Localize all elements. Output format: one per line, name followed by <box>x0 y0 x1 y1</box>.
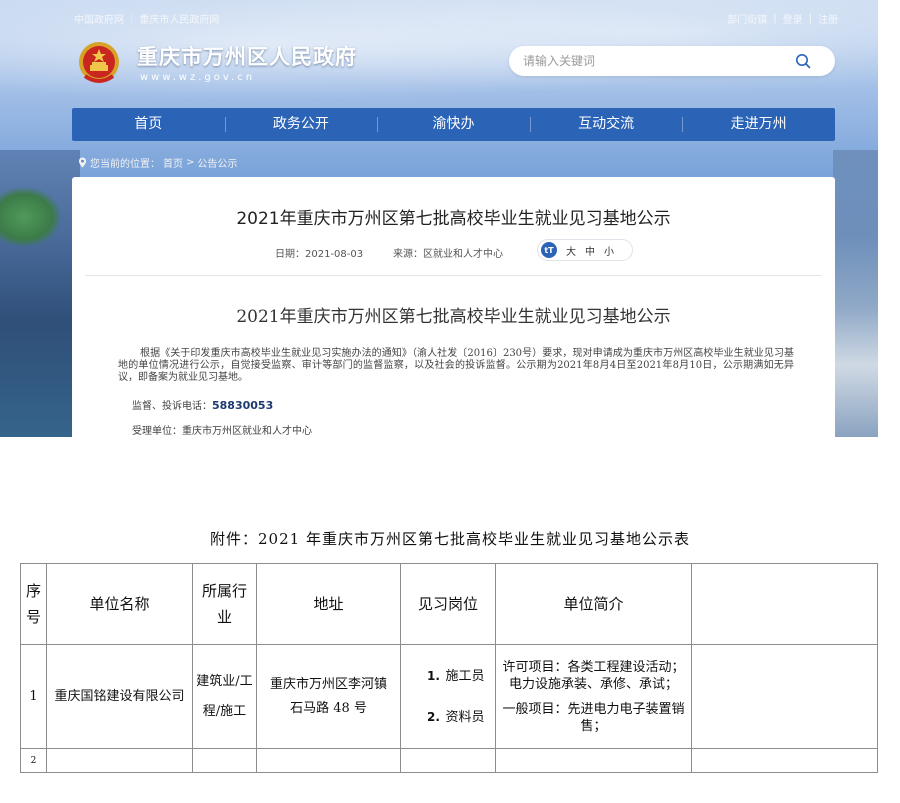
attachment-title: 附件：2021 年重庆市万州区第七批高校毕业生就业见习基地公示表 <box>210 530 690 548</box>
topbar-separator: | <box>773 13 777 24</box>
location-pin-icon <box>78 157 87 168</box>
article-meta: 日期：2021-08-03 来源：区就业和人才中心 tT 大 中 小 <box>72 239 835 263</box>
cell-industry: 建筑业/工 程/施工 <box>192 644 257 749</box>
divider <box>85 275 822 276</box>
cell-address <box>256 748 401 773</box>
link-register[interactable]: 注册 <box>818 11 838 26</box>
cell-seq: 1 <box>20 644 47 749</box>
complaint-phone-label: 监督、投诉电话： <box>132 401 212 412</box>
header-blank <box>691 563 878 645</box>
table-row: 1 重庆国铭建设有限公司 建筑业/工 程/施工 重庆市万州区李河镇 石马路 48 号… <box>20 644 878 749</box>
complaint-phone-number: 58830053 <box>212 399 274 412</box>
font-size-switcher: tT 大 中 小 <box>537 239 633 261</box>
cell-intro <box>495 748 692 773</box>
cell-blank <box>691 644 878 749</box>
topbar-left-links: 中国政府网 | 重庆市人民政府网 <box>74 11 219 26</box>
nav-item-yukuaiban[interactable]: 渝快办 <box>377 108 530 141</box>
cell-positions <box>400 748 496 773</box>
cell-industry <box>192 748 257 773</box>
article-date: 日期：2021-08-03 <box>275 249 364 260</box>
cell-unit-name: 重庆国铭建设有限公司 <box>46 644 193 749</box>
cell-seq: 2 <box>20 748 47 773</box>
breadcrumb-prefix: 您当前的位置： <box>90 159 160 170</box>
header-industry: 所属行业 <box>192 563 257 645</box>
document-body: 根据《关于印发重庆市高校毕业生就业见习实施办法的通知》（渝人社发〔2016〕23… <box>118 348 794 383</box>
site-url: www.wz.gov.cn <box>140 72 256 83</box>
cell-intro: 许可项目：各类工程建设活动；电力设施承装、承修、承试； 一般项目：先进电力电子装… <box>495 644 692 749</box>
header-seq: 序号 <box>20 563 47 645</box>
intro-licensed: 许可项目：各类工程建设活动；电力设施承装、承修、承试； <box>502 659 685 692</box>
cell-unit-name <box>46 748 193 773</box>
national-emblem-icon[interactable] <box>77 40 121 86</box>
intro-general: 一般项目：先进电力电子装置销售； <box>502 701 685 734</box>
article-panel: 2021年重庆市万州区第七批高校毕业生就业见习基地公示 日期：2021-08-0… <box>72 177 835 437</box>
link-departments[interactable]: 部门街镇 <box>727 11 767 26</box>
complaint-phone-line: 监督、投诉电话：58830053 <box>132 397 273 412</box>
main-nav: 首页 政务公开 渝快办 互动交流 走进万州 <box>72 108 835 141</box>
search-box <box>509 46 835 76</box>
position-item: 1. 施工员 <box>427 668 485 684</box>
font-size-small-button[interactable]: 小 <box>604 243 614 258</box>
nav-item-interaction[interactable]: 互动交流 <box>529 108 683 141</box>
nav-item-gov-affairs[interactable]: 政务公开 <box>224 108 378 141</box>
cell-address: 重庆市万州区李河镇 石马路 48 号 <box>256 644 401 749</box>
nav-item-home[interactable]: 首页 <box>72 108 225 141</box>
topbar-separator: | <box>808 13 812 24</box>
text-size-icon: tT <box>541 242 557 258</box>
header-positions: 见习岗位 <box>400 563 496 645</box>
link-login[interactable]: 登录 <box>783 11 803 26</box>
link-gov-cn[interactable]: 中国政府网 <box>74 11 124 26</box>
site-title[interactable]: 重庆市万州区人民政府 <box>137 41 357 71</box>
nav-item-about-wanzhou[interactable]: 走进万州 <box>682 108 835 141</box>
breadcrumb-separator: > <box>186 157 195 168</box>
article-source: 来源：区就业和人才中心 <box>393 249 503 260</box>
topbar-separator: | <box>130 13 134 24</box>
font-size-large-button[interactable]: 大 <box>566 243 576 258</box>
table-row: 2 <box>20 748 878 773</box>
header-address: 地址 <box>256 563 401 645</box>
breadcrumb-home[interactable]: 首页 <box>163 155 183 170</box>
search-icon[interactable] <box>795 53 811 69</box>
article-title: 2021年重庆市万州区第七批高校毕业生就业见习基地公示 <box>236 209 671 229</box>
topbar-right-links: 部门街镇 | 登录 | 注册 <box>727 11 838 26</box>
breadcrumb-current[interactable]: 公告公示 <box>197 155 237 170</box>
banner-waterfall-right <box>833 150 878 437</box>
font-size-medium-button[interactable]: 中 <box>585 243 595 258</box>
position-item: 2. 资料员 <box>427 709 485 725</box>
table-header-row: 序号 单位名称 所属行业 地址 见习岗位 单位简介 <box>20 563 878 645</box>
handling-unit-line: 受理单位：重庆市万州区就业和人才中心 <box>132 426 312 437</box>
cell-blank <box>691 748 878 773</box>
search-input[interactable] <box>523 52 783 70</box>
attachment-table: 序号 单位名称 所属行业 地址 见习岗位 单位简介 1 重庆国铭建设有限公司 建… <box>20 563 878 773</box>
link-cq-gov[interactable]: 重庆市人民政府网 <box>139 11 219 26</box>
header-intro: 单位简介 <box>495 563 692 645</box>
cell-positions: 1. 施工员 2. 资料员 <box>400 644 496 749</box>
banner-cityscape-left <box>0 150 80 437</box>
document-title: 2021年重庆市万州区第七批高校毕业生就业见习基地公示 <box>236 307 671 327</box>
header-unit-name: 单位名称 <box>46 563 193 645</box>
breadcrumb: 您当前的位置： 首页 > 公告公示 <box>78 155 237 170</box>
